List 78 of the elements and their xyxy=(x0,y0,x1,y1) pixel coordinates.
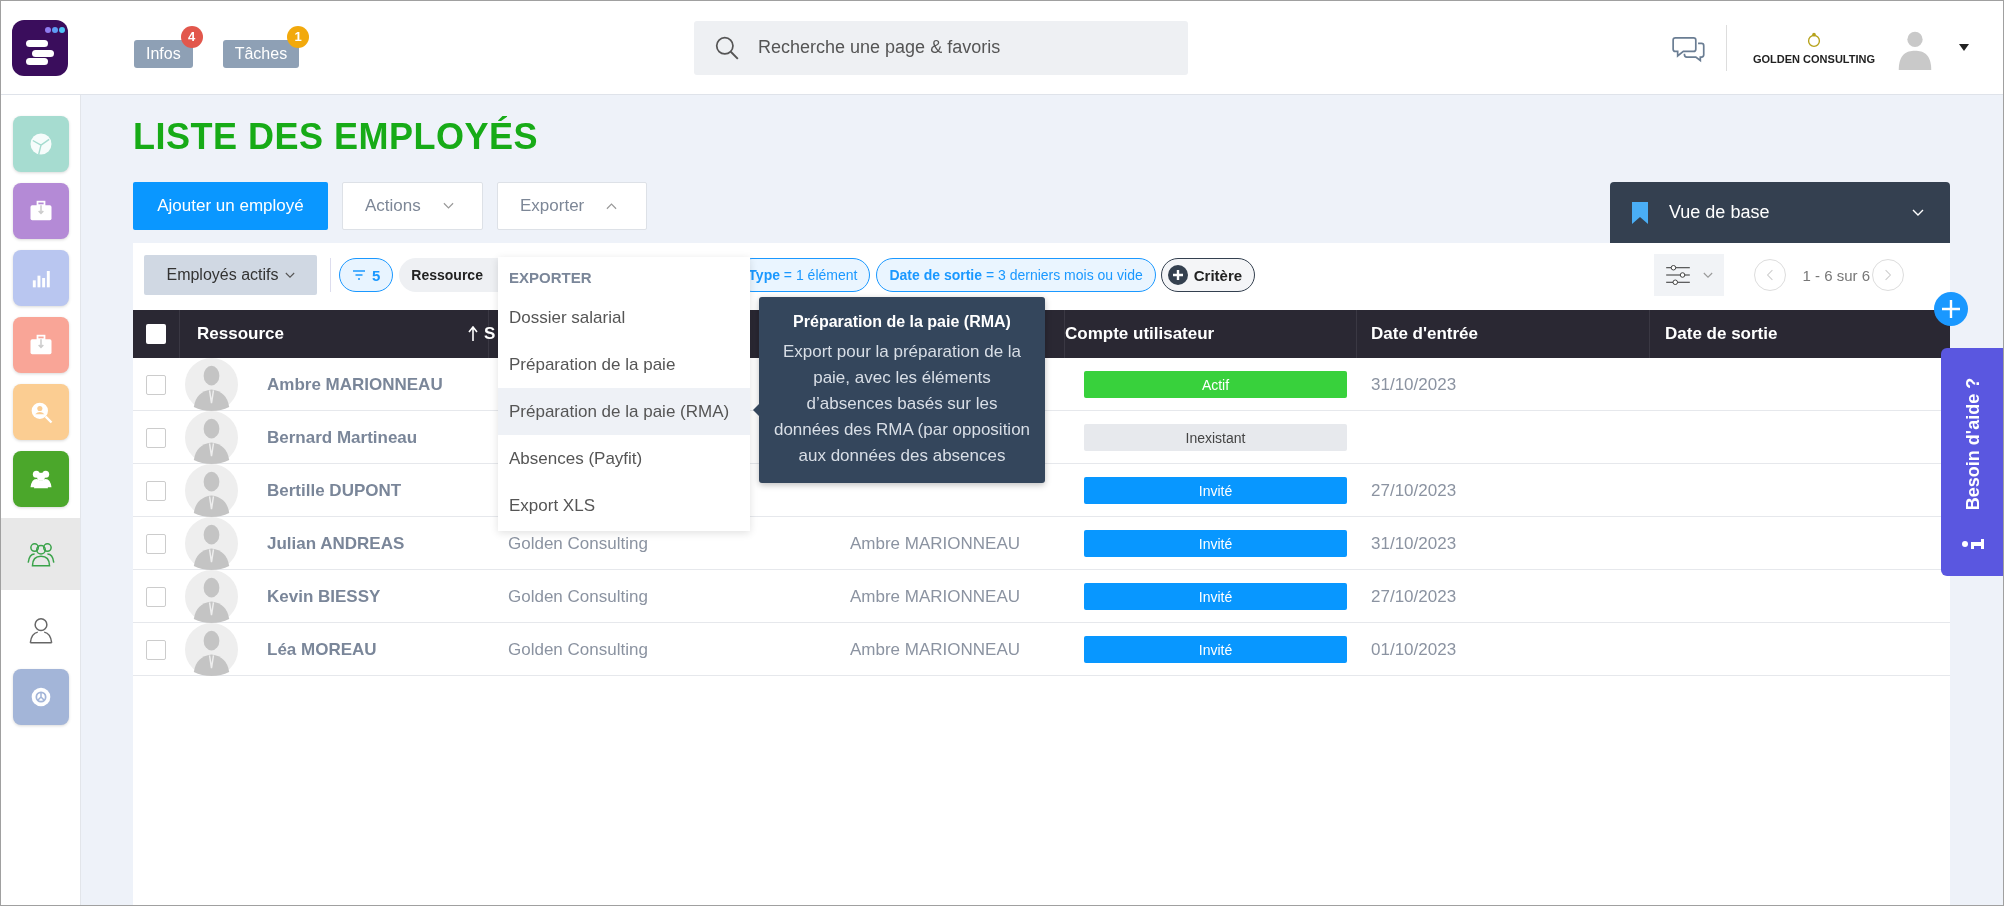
manager-text: Ambre MARIONNEAU xyxy=(850,586,1021,607)
previous-page-button[interactable] xyxy=(1754,259,1787,291)
employee-name[interactable]: Bertille DUPONT xyxy=(267,480,402,501)
menu-item[interactable]: Préparation de la paie xyxy=(498,341,750,388)
chevron-left-icon xyxy=(1766,269,1775,281)
column-settings-button[interactable] xyxy=(1654,254,1725,296)
column-header[interactable]: Date d'entrée xyxy=(1371,324,1479,344)
chevron-icon xyxy=(1912,208,1924,217)
select-all-checkbox[interactable] xyxy=(146,324,166,344)
page-title: LISTE DES EMPLOYÉS xyxy=(133,116,540,158)
company-text: Golden Consulting xyxy=(508,533,648,554)
sort-arrow-icon[interactable] xyxy=(468,326,478,342)
help-tab[interactable]: Besoin d'aide ? xyxy=(1941,348,2003,576)
entry-date-text: 01/10/2023 xyxy=(1371,639,1457,660)
count-badge: 4 xyxy=(180,25,203,48)
account-status-badge: Invité xyxy=(1084,583,1347,610)
account-status-badge: Invité xyxy=(1084,530,1347,557)
menu-item[interactable]: Export XLS xyxy=(498,482,750,529)
tooltip-text: Export pour la préparation de la paie, avec les éléments d’absences basés sur les données des RMA (par opposition aux données des absences xyxy=(772,341,1032,467)
plus-icon xyxy=(1167,265,1188,285)
tooltip-title: Préparation de la paie (RMA) xyxy=(792,313,1012,331)
count-badge: 1 xyxy=(287,25,310,48)
employee-name[interactable]: Julian ANDREAS xyxy=(267,533,405,554)
add-icon[interactable] xyxy=(1934,292,1968,326)
row-checkbox[interactable] xyxy=(146,427,166,448)
column-header[interactable]: S xyxy=(484,324,496,344)
entry-date-text: 27/10/2023 xyxy=(1371,586,1457,607)
employee-name[interactable]: Bernard Martineau xyxy=(267,427,418,448)
manager-text: Ambre MARIONNEAU xyxy=(850,639,1021,660)
search-icon xyxy=(714,34,740,61)
column-header[interactable]: Date de sortie xyxy=(1665,324,1778,344)
next-page-button[interactable] xyxy=(1872,259,1904,291)
column-header[interactable]: Compte utilisateur xyxy=(1065,324,1215,344)
chevron-icon xyxy=(606,202,618,210)
account-status-badge: Inexistant xyxy=(1084,424,1347,451)
bookmark-icon xyxy=(1632,201,1648,224)
account-status-badge: Invité xyxy=(1084,477,1347,504)
entry-date-text: 27/10/2023 xyxy=(1371,480,1457,501)
dropdown-button[interactable]: Exporter xyxy=(497,182,647,230)
info-icon xyxy=(1962,537,1984,551)
menu-item[interactable]: Préparation de la paie (RMA) xyxy=(498,388,750,435)
entry-date-text: 31/10/2023 xyxy=(1371,374,1457,395)
company-name: GOLDEN CONSULTING xyxy=(1753,52,1875,65)
sliders-icon xyxy=(1665,265,1692,285)
search-field[interactable]: Recherche une page & favoris xyxy=(694,20,1188,75)
menu-item[interactable]: Dossier salarial xyxy=(498,294,750,341)
caret-icon[interactable] xyxy=(1959,43,1969,52)
menu-item[interactable]: Absences (Payfit) xyxy=(498,435,750,482)
filter-icon xyxy=(352,270,366,280)
manager-text: Ambre MARIONNEAU xyxy=(850,533,1021,554)
company-text: Golden Consulting xyxy=(508,586,648,607)
view-selector[interactable]: Vue de base xyxy=(1610,182,1950,243)
row-checkbox[interactable] xyxy=(146,639,166,660)
filter-chip[interactable]: Date de sortie = 3 derniers mois ou vide xyxy=(876,258,1156,292)
account-status-badge: Invité xyxy=(1084,636,1347,663)
company-text: Golden Consulting xyxy=(508,639,648,660)
row-checkbox[interactable] xyxy=(146,533,166,554)
add-employee-button[interactable]: Ajouter un employé xyxy=(133,182,328,230)
sidebar-item[interactable] xyxy=(1,518,80,590)
employee-name[interactable]: Léa MOREAU xyxy=(267,639,377,660)
preset-dropdown[interactable]: Employés actifs xyxy=(144,255,317,295)
company-logo-icon xyxy=(1805,30,1823,49)
row-checkbox[interactable] xyxy=(146,480,166,501)
add-criterion-button[interactable]: Critère xyxy=(1160,258,1256,292)
row-checkbox[interactable] xyxy=(146,586,166,607)
employee-name[interactable]: Kevin BIESSY xyxy=(267,586,381,607)
pagination-text: 1 - 6 sur 6 xyxy=(1802,266,1870,284)
column-header[interactable]: Ressource xyxy=(197,324,478,344)
logo-icon[interactable] xyxy=(12,19,68,76)
employee-name[interactable]: Ambre MARIONNEAU xyxy=(267,374,443,395)
row-checkbox[interactable] xyxy=(146,374,166,395)
chevron-icon xyxy=(1703,271,1714,279)
chevron-icon xyxy=(284,271,295,279)
entry-date-text: 31/10/2023 xyxy=(1371,533,1457,554)
account-status-badge: Actif xyxy=(1084,371,1347,398)
chevron-right-icon xyxy=(1884,269,1892,281)
chevron-icon xyxy=(442,202,454,210)
dropdown-button[interactable]: Actions xyxy=(342,182,483,230)
